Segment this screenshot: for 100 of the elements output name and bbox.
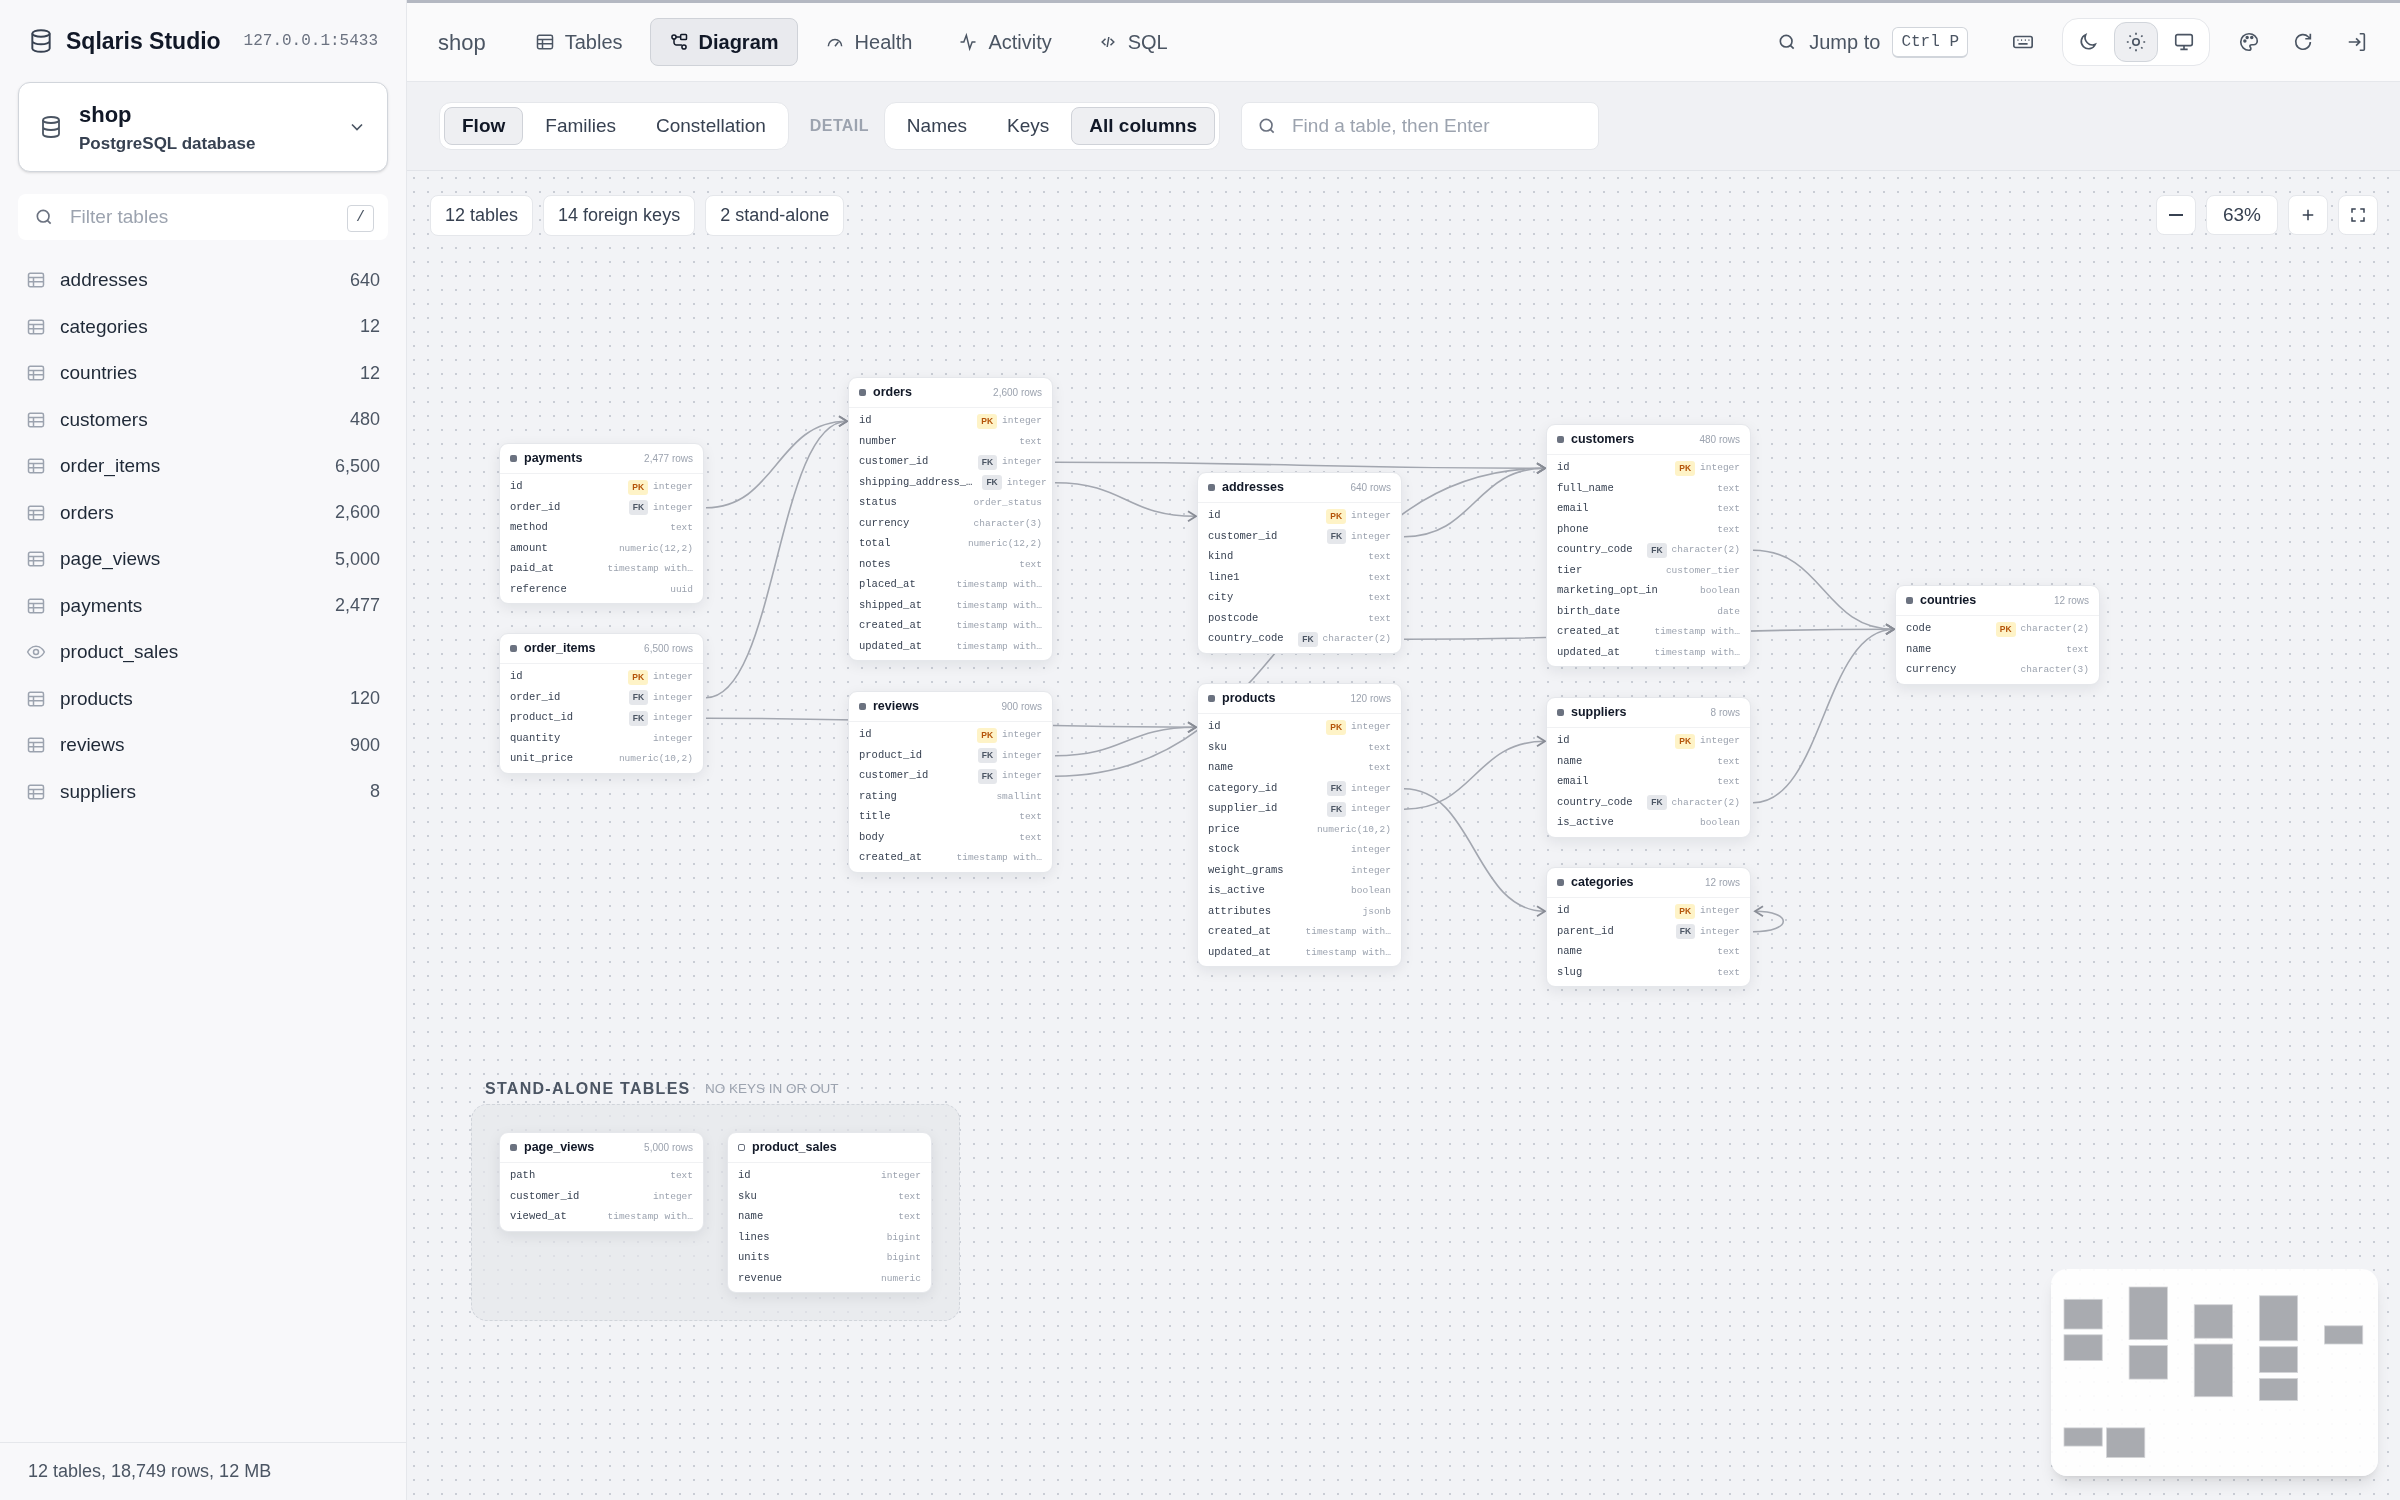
table-card[interactable]: page_views 5,000 rows path text customer_id integer viewed_at timestamp with… bbox=[499, 1132, 704, 1232]
sidebar-item[interactable]: products 120 bbox=[0, 675, 406, 722]
column-type: integer bbox=[1006, 475, 1047, 490]
column-name: notes bbox=[859, 556, 891, 572]
column-name: units bbox=[738, 1250, 770, 1266]
table-card[interactable]: suppliers 8 rows id PK integer name text email text country_code FK character(2) is_active boolean bbox=[1546, 697, 1751, 838]
table-marker bbox=[1208, 484, 1215, 491]
column-type: integer bbox=[1002, 414, 1042, 429]
database-selector[interactable]: shop PostgreSQL database bbox=[18, 82, 388, 172]
sidebar-item[interactable]: order_items 6,500 bbox=[0, 443, 406, 490]
diagram-icon bbox=[668, 32, 689, 52]
column-type: integer bbox=[1002, 455, 1042, 470]
table-card[interactable]: order_items 6,500 rows id PK integer order_id FK integer product_id FK integer quantity integer unit_price numeric(10,2) bbox=[499, 633, 704, 774]
column-type: smallint bbox=[996, 789, 1042, 804]
sidebar-item[interactable]: countries 12 bbox=[0, 350, 406, 397]
segment-option[interactable]: Names bbox=[888, 107, 986, 145]
column-type: integer bbox=[653, 690, 693, 705]
key-badge: PK bbox=[628, 669, 649, 685]
table-card[interactable]: payments 2,477 rows id PK integer order_id FK integer method text amount numeric(12,2) paid_at timestamp with… reference uuid bbox=[499, 443, 704, 604]
tab[interactable]: Diagram bbox=[649, 18, 798, 66]
segment-option[interactable]: All columns bbox=[1071, 107, 1215, 145]
column-name: is_active bbox=[1208, 883, 1265, 899]
column-type: bigint bbox=[886, 1230, 921, 1245]
sidebar-item[interactable]: page_views 5,000 bbox=[0, 536, 406, 583]
fit-view-button[interactable] bbox=[2338, 195, 2378, 235]
table-card[interactable] bbox=[1546, 424, 1751, 667]
column-type: text bbox=[1717, 522, 1740, 537]
row-count: 12 rows bbox=[2054, 594, 2089, 608]
sidebar-item[interactable]: orders 2,600 bbox=[0, 489, 406, 536]
status-summary: 12 tables, 18,749 rows, 12 MB bbox=[28, 1460, 272, 1483]
column-type: text bbox=[1368, 570, 1391, 585]
tab[interactable]: Tables bbox=[515, 18, 642, 66]
table-card[interactable] bbox=[1197, 683, 1402, 967]
column-type: integer bbox=[1002, 769, 1042, 784]
column-name: is_active bbox=[1557, 815, 1614, 831]
sidebar-item[interactable]: suppliers 8 bbox=[0, 768, 406, 815]
table-name: addresses bbox=[1222, 479, 1284, 497]
table-name: categories bbox=[1571, 874, 1634, 892]
column-name: order_id bbox=[510, 689, 561, 705]
sidebar-item[interactable]: categories 12 bbox=[0, 303, 406, 350]
table-name: orders bbox=[873, 384, 912, 402]
column-name: id bbox=[1208, 719, 1221, 735]
app-name: Sqlaris Studio bbox=[66, 26, 221, 56]
column-type: character(2) bbox=[1322, 632, 1391, 647]
key-badge: PK bbox=[977, 413, 998, 429]
moon-icon bbox=[2077, 31, 2099, 53]
sidebar-item[interactable]: reviews 900 bbox=[0, 722, 406, 769]
key-badge: FK bbox=[1647, 542, 1667, 558]
table-card[interactable]: product_sales id integer sku text name text lines bigint units bigint revenue numeric bbox=[727, 1132, 932, 1293]
table-marker bbox=[510, 1144, 517, 1151]
column-name: line1 bbox=[1208, 569, 1240, 585]
column-type: text bbox=[1368, 550, 1391, 565]
row-count: 5,000 rows bbox=[644, 1141, 693, 1155]
table-card[interactable]: addresses 640 rows id PK integer customer_id FK integer kind text line1 text city text postcode text country_code FK character(2) bbox=[1197, 472, 1402, 654]
key-badge: PK bbox=[1675, 903, 1696, 919]
column-type: text bbox=[1717, 775, 1740, 790]
segment-option[interactable]: Flow bbox=[444, 107, 524, 145]
table-card[interactable]: countries 12 rows code PK character(2) name text currency character(3) bbox=[1895, 585, 2100, 685]
zoom-in-button[interactable] bbox=[2288, 195, 2328, 235]
sidebar-item[interactable]: payments 2,477 bbox=[0, 582, 406, 629]
column-name: placed_at bbox=[859, 577, 916, 593]
sidebar-item[interactable]: customers 480 bbox=[0, 396, 406, 443]
tab[interactable]: SQL bbox=[1078, 18, 1187, 66]
table-marker bbox=[859, 703, 866, 710]
table-marker bbox=[1557, 709, 1564, 716]
column-name: amount bbox=[510, 540, 548, 556]
table-card[interactable] bbox=[848, 377, 1053, 661]
column-type: numeric bbox=[881, 1271, 921, 1286]
table-card[interactable]: reviews 900 rows id PK integer product_id FK integer customer_id FK integer rating smallint title text body text created_at timestamp with… bbox=[848, 691, 1053, 873]
column-name: method bbox=[510, 520, 548, 536]
segment-option[interactable]: Constellation bbox=[638, 107, 784, 145]
column-name: created_at bbox=[859, 850, 922, 866]
column-type: text bbox=[1019, 810, 1042, 825]
table-marker bbox=[859, 389, 866, 396]
row-count: 8 rows bbox=[1710, 706, 1740, 720]
column-name: id bbox=[1557, 460, 1570, 476]
detail-label: DETAIL bbox=[809, 116, 869, 136]
column-type: integer bbox=[1700, 461, 1740, 476]
table-card[interactable]: categories 12 rows id PK integer parent_id FK integer name text slug text bbox=[1546, 867, 1751, 987]
light-theme-button[interactable] bbox=[2114, 22, 2158, 62]
tab[interactable]: Health bbox=[805, 18, 932, 66]
jump-to-button[interactable]: Jump to bbox=[1777, 27, 1881, 57]
sidebar-item[interactable]: addresses 640 bbox=[0, 257, 406, 304]
column-name: country_code bbox=[1208, 631, 1284, 647]
table-search-field[interactable]: Find a table, then Enter bbox=[1241, 102, 1599, 150]
database-icon bbox=[28, 28, 54, 54]
tab[interactable]: Activity bbox=[939, 18, 1071, 66]
column-name: id bbox=[510, 669, 523, 685]
column-type: integer bbox=[1351, 802, 1391, 817]
column-type: integer bbox=[1002, 748, 1042, 763]
column-name: country_code bbox=[1557, 542, 1633, 558]
segment-option[interactable]: Families bbox=[527, 107, 634, 145]
column-type: text bbox=[1019, 830, 1042, 845]
column-type: text bbox=[1368, 761, 1391, 776]
segment-option[interactable]: Keys bbox=[989, 107, 1068, 145]
column-type: integer bbox=[1700, 904, 1740, 919]
refresh-icon bbox=[2292, 31, 2314, 53]
row-count: 6,500 rows bbox=[644, 642, 693, 656]
column-name: id bbox=[738, 1168, 751, 1184]
sidebar-item[interactable]: product_sales bbox=[0, 629, 406, 676]
